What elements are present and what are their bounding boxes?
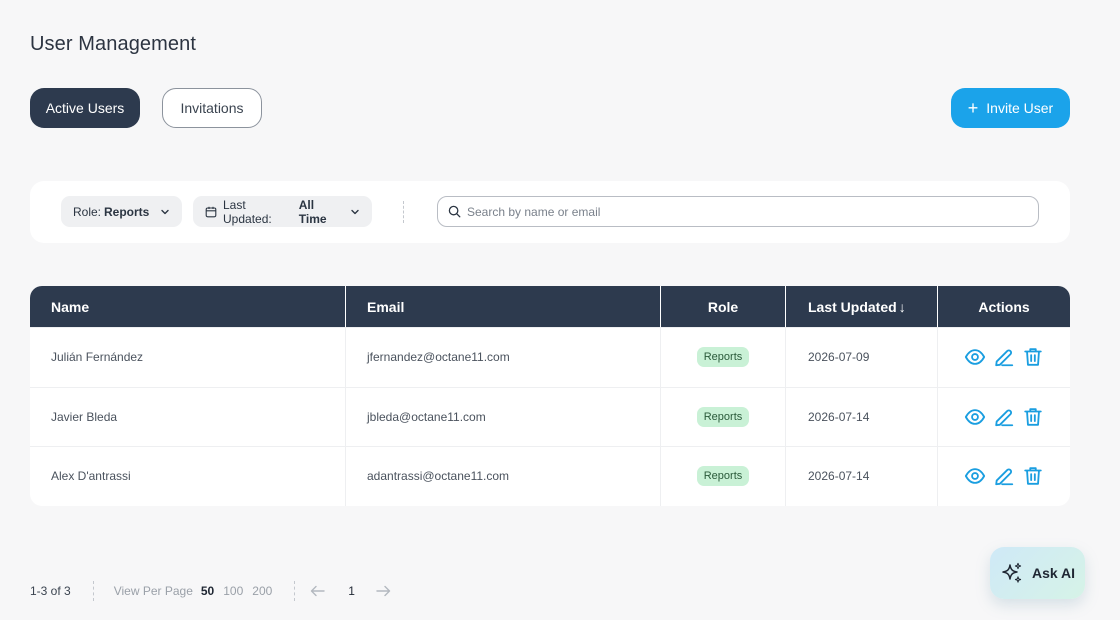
- per-page-option-100[interactable]: 100: [223, 584, 243, 598]
- role-badge: Reports: [696, 466, 750, 487]
- role-filter-dropdown[interactable]: Role: Reports: [61, 196, 182, 227]
- cell-actions: [938, 388, 1070, 447]
- tab-invitations[interactable]: Invitations: [162, 88, 262, 128]
- column-header-last-updated-label: Last Updated: [808, 298, 897, 315]
- last-updated-filter-value: All Time: [298, 197, 327, 226]
- pagination-divider: [294, 581, 296, 601]
- chevron-down-icon: [350, 207, 360, 217]
- cell-email: jfernandez@octane11.com: [346, 328, 661, 387]
- table-header: Name Email Role Last Updated ↓ Actions: [30, 286, 1070, 327]
- pagination-range: 1-3 of 3: [30, 584, 71, 598]
- column-header-last-updated[interactable]: Last Updated ↓: [786, 286, 938, 327]
- filter-bar: Role: Reports Last Updated: All Time: [30, 181, 1070, 243]
- calendar-icon: [205, 206, 217, 218]
- edit-icon[interactable]: [992, 464, 1016, 488]
- last-updated-filter-dropdown[interactable]: Last Updated: All Time: [193, 196, 372, 227]
- page-title: User Management: [30, 33, 197, 55]
- ask-ai-label: Ask AI: [1031, 565, 1076, 581]
- chevron-down-icon: [160, 207, 170, 217]
- cell-email: jbleda@octane11.com: [346, 387, 661, 447]
- role-badge: Reports: [696, 406, 750, 427]
- delete-icon[interactable]: [1021, 345, 1045, 369]
- per-page-option-200[interactable]: 200: [252, 584, 272, 598]
- plus-icon: +: [967, 98, 979, 118]
- edit-icon[interactable]: [992, 345, 1016, 369]
- cell-name: Julián Fernández: [30, 328, 346, 387]
- view-per-page-label: View Per Page: [113, 584, 193, 598]
- view-icon[interactable]: [963, 464, 987, 488]
- column-header-role[interactable]: Role: [661, 286, 786, 327]
- cell-role: Reports: [661, 447, 786, 506]
- filter-divider: [403, 201, 404, 223]
- cell-name: Javier Bleda: [30, 387, 346, 447]
- delete-icon[interactable]: [1021, 464, 1045, 488]
- cell-role: Reports: [661, 328, 786, 387]
- cell-last-updated: 2026-07-14: [786, 447, 938, 506]
- next-page-arrow-icon[interactable]: [375, 585, 391, 597]
- invite-user-button[interactable]: + Invite User: [951, 88, 1070, 128]
- edit-icon[interactable]: [992, 405, 1016, 429]
- pagination-divider: [92, 581, 94, 601]
- table-row: Alex D'antrassi adantrassi@octane11.com …: [30, 446, 1070, 506]
- cell-email: adantrassi@octane11.com: [346, 447, 661, 506]
- cell-last-updated: 2026-07-09: [786, 328, 938, 387]
- page-number[interactable]: 1: [348, 584, 355, 598]
- cell-actions: [938, 447, 1070, 506]
- sparkle-icon: [1000, 561, 1024, 585]
- cell-role: Reports: [661, 387, 786, 447]
- cell-last-updated: 2026-07-14: [786, 387, 938, 447]
- prev-page-arrow-icon[interactable]: [310, 585, 326, 597]
- column-header-name[interactable]: Name: [30, 286, 346, 327]
- column-header-actions: Actions: [978, 298, 1030, 315]
- search-box[interactable]: [437, 196, 1039, 227]
- table-row: Javier Bleda jbleda@octane11.com Reports…: [30, 386, 1070, 447]
- view-icon[interactable]: [963, 345, 987, 369]
- column-header-email[interactable]: Email: [346, 286, 661, 327]
- cell-actions: [938, 328, 1070, 387]
- tab-active-users[interactable]: Active Users: [30, 88, 140, 128]
- search-icon: [448, 205, 461, 218]
- role-filter-label: Role:: [73, 204, 102, 219]
- invite-user-label: Invite User: [986, 100, 1054, 116]
- role-badge: Reports: [696, 347, 750, 368]
- users-table: Name Email Role Last Updated ↓ Actions Ju…: [30, 286, 1070, 506]
- search-input[interactable]: [467, 204, 1027, 219]
- ask-ai-button[interactable]: Ask AI: [990, 547, 1085, 599]
- last-updated-filter-label: Last Updated:: [223, 197, 272, 226]
- role-filter-value: Reports: [104, 204, 150, 219]
- sort-desc-icon: ↓: [898, 298, 906, 315]
- pagination-bar: 1-3 of 3 View Per Page 50 100 200 1: [30, 581, 391, 601]
- view-icon[interactable]: [963, 405, 987, 429]
- table-row: Julián Fernández jfernandez@octane11.com…: [30, 327, 1070, 387]
- per-page-option-50[interactable]: 50: [201, 584, 214, 598]
- delete-icon[interactable]: [1021, 405, 1045, 429]
- cell-name: Alex D'antrassi: [30, 447, 346, 506]
